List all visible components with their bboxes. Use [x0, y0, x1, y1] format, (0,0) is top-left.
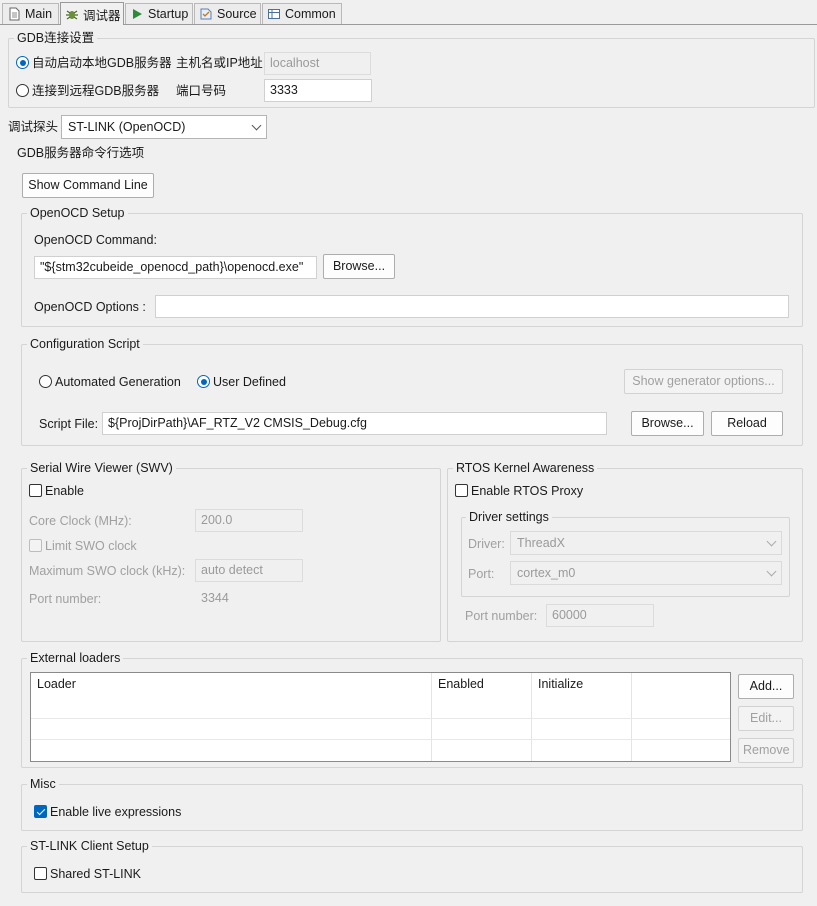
probe-select-value: ST-LINK (OpenOCD): [68, 120, 186, 134]
core-clock-label: Core Clock (MHz):: [29, 514, 132, 528]
rtos-port-select-value: cortex_m0: [517, 566, 576, 580]
rtos-port-select[interactable]: cortex_m0: [510, 561, 782, 585]
remote-radio[interactable]: [16, 84, 29, 97]
port-field[interactable]: 3333: [264, 79, 372, 102]
remote-label: 连接到远程GDB服务器: [32, 84, 160, 98]
live-expressions-label: Enable live expressions: [50, 805, 182, 819]
swv-group: [21, 468, 441, 642]
tab-source[interactable]: Source: [194, 3, 261, 24]
rtos-port-number-label: Port number:: [465, 609, 538, 623]
script-browse-button[interactable]: Browse...: [631, 411, 704, 436]
swv-title: Serial Wire Viewer (SWV): [27, 460, 176, 476]
driver-label: Driver:: [468, 537, 505, 551]
openocd-setup-title: OpenOCD Setup: [27, 205, 128, 221]
host-field[interactable]: localhost: [264, 52, 371, 75]
automated-generation-label: Automated Generation: [55, 375, 181, 389]
chevron-down-icon: [251, 120, 262, 131]
openocd-command-label: OpenOCD Command:: [34, 233, 157, 247]
config-script-title: Configuration Script: [27, 336, 143, 352]
limit-swo-label: Limit SWO clock: [45, 539, 137, 553]
column-header-initialize[interactable]: Initialize: [532, 673, 631, 718]
column-header-enabled[interactable]: Enabled: [432, 673, 531, 718]
loaders-table[interactable]: Loader Enabled Initialize: [30, 672, 731, 762]
chevron-down-icon: [766, 566, 777, 577]
rtos-enable-checkbox[interactable]: [455, 484, 468, 497]
driver-select-value: ThreadX: [517, 536, 565, 550]
table-row: [31, 739, 730, 740]
column-header-loader[interactable]: Loader: [31, 673, 431, 718]
column-divider: [631, 673, 632, 761]
rtos-enable-label: Enable RTOS Proxy: [471, 484, 584, 498]
tab-bar: Main 调试器 Startup Source Common: [0, 0, 817, 25]
add-loader-button[interactable]: Add...: [738, 674, 794, 699]
limit-swo-checkbox[interactable]: [29, 539, 42, 552]
stlink-client-title: ST-LINK Client Setup: [27, 838, 152, 854]
table-row: [31, 718, 730, 719]
document-icon: [7, 7, 21, 21]
external-loaders-title: External loaders: [27, 650, 124, 666]
script-file-label: Script File:: [39, 417, 99, 431]
probe-label: 调试探头: [8, 120, 59, 134]
gdb-server-options-title: GDB服务器命令行选项: [14, 145, 148, 161]
auto-start-radio[interactable]: [16, 56, 29, 69]
openocd-command-field[interactable]: "${stm32cubeide_openocd_path}\openocd.ex…: [34, 256, 317, 279]
remove-loader-button[interactable]: Remove: [738, 738, 794, 763]
openocd-browse-button[interactable]: Browse...: [323, 254, 395, 279]
script-file-field[interactable]: ${ProjDirPath}\AF_RTZ_V2 CMSIS_Debug.cfg: [102, 412, 607, 435]
live-expressions-checkbox[interactable]: [34, 805, 47, 818]
host-label: 主机名或IP地址: [176, 56, 263, 70]
source-icon: [199, 7, 213, 21]
swv-port-field[interactable]: 3344: [195, 587, 303, 610]
chevron-down-icon: [766, 536, 777, 547]
rtos-port-number-field[interactable]: 60000: [546, 604, 654, 627]
swv-enable-checkbox[interactable]: [29, 484, 42, 497]
user-defined-radio[interactable]: [197, 375, 210, 388]
openocd-options-field[interactable]: [155, 295, 789, 318]
shared-stlink-checkbox[interactable]: [34, 867, 47, 880]
driver-select[interactable]: ThreadX: [510, 531, 782, 555]
misc-title: Misc: [27, 776, 59, 792]
rtos-port-label: Port:: [468, 567, 495, 581]
play-icon: [130, 7, 144, 21]
tab-debugger[interactable]: 调试器: [60, 2, 124, 25]
tab-startup[interactable]: Startup: [125, 3, 193, 24]
swv-enable-label: Enable: [45, 484, 84, 498]
openocd-options-label: OpenOCD Options :: [34, 300, 146, 314]
core-clock-field[interactable]: 200.0: [195, 509, 303, 532]
column-divider: [431, 673, 432, 761]
max-swo-clock-label: Maximum SWO clock (kHz):: [29, 564, 186, 578]
reload-button[interactable]: Reload: [711, 411, 783, 436]
table-icon: [267, 7, 281, 21]
probe-select[interactable]: ST-LINK (OpenOCD): [61, 115, 267, 139]
shared-stlink-label: Shared ST-LINK: [50, 867, 142, 881]
driver-settings-title: Driver settings: [466, 509, 552, 525]
show-command-line-button[interactable]: Show Command Line: [22, 173, 154, 198]
swv-port-label: Port number:: [29, 592, 102, 606]
user-defined-label: User Defined: [213, 375, 286, 389]
debug-bug-icon: [65, 7, 79, 21]
gdb-connection-title: GDB连接设置: [14, 30, 98, 46]
max-swo-clock-field[interactable]: auto detect: [195, 559, 303, 582]
auto-start-label: 自动启动本地GDB服务器: [32, 56, 172, 70]
tab-common[interactable]: Common: [262, 3, 342, 24]
tab-main[interactable]: Main: [2, 3, 59, 24]
driver-settings-group: [461, 517, 790, 597]
rtos-title: RTOS Kernel Awareness: [453, 460, 598, 476]
column-divider: [531, 673, 532, 761]
automated-generation-radio[interactable]: [39, 375, 52, 388]
show-generator-options-button[interactable]: Show generator options...: [624, 369, 783, 394]
port-label: 端口号码: [176, 84, 227, 98]
edit-loader-button[interactable]: Edit...: [738, 706, 794, 731]
